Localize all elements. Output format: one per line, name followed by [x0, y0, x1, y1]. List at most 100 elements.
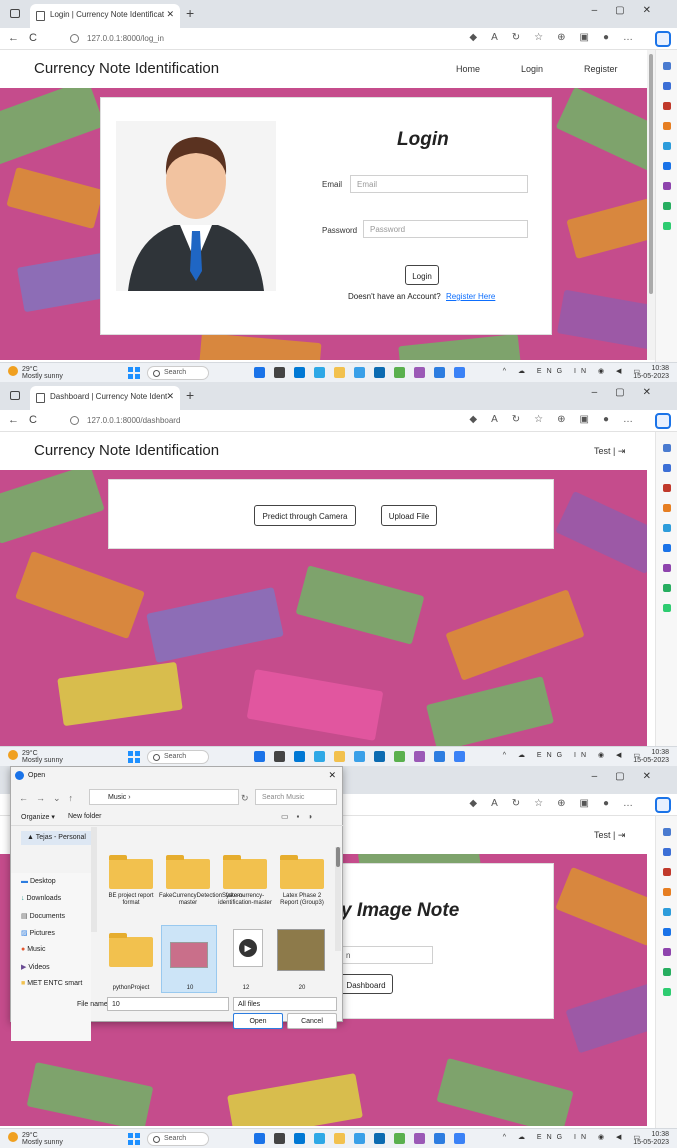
- tab-title: Login | Currency Note Identificat: [50, 10, 165, 19]
- sun-icon: [8, 366, 18, 376]
- close-dialog-icon[interactable]: ✕: [328, 770, 336, 781]
- tab-actions-icon[interactable]: [10, 9, 20, 18]
- dialog-title: Open: [28, 772, 46, 779]
- open-button[interactable]: Open: [233, 1013, 283, 1029]
- play-icon: ▶: [239, 939, 257, 957]
- login-button[interactable]: Login: [405, 265, 439, 285]
- sidebar-scrollbar[interactable]: [91, 827, 97, 932]
- sidebar-item-met-entc[interactable]: ■ MET ENTC smart: [11, 975, 91, 992]
- info-icon[interactable]: [70, 416, 79, 426]
- windows-start-icon[interactable]: [128, 751, 140, 763]
- system-tray[interactable]: ^ ☁ ENG IN ◉ ◀ ▭: [503, 1133, 645, 1141]
- dialog-nav-arrows[interactable]: ←→⌄↑: [19, 793, 81, 804]
- taskbar-search[interactable]: Search: [147, 1132, 209, 1146]
- logout-icon[interactable]: ⇥: [618, 830, 626, 840]
- username: Test |: [594, 830, 616, 840]
- email-input[interactable]: Email: [350, 175, 528, 193]
- password-input[interactable]: Password: [363, 220, 528, 238]
- refresh-icon[interactable]: ↻: [241, 793, 249, 804]
- browser-tools[interactable]: ◆A↻☆⊕▣●…: [469, 798, 647, 809]
- dialog-sidebar: ▬ Desktop ↓ Downloads ▤ Documents ▨ Pict…: [11, 873, 91, 1041]
- taskbar-search[interactable]: Search: [147, 366, 209, 380]
- close-tab-icon[interactable]: ✕: [166, 391, 174, 402]
- register-link[interactable]: Register Here: [446, 292, 495, 301]
- browser-tools[interactable]: ◆A↻☆⊕▣●…: [469, 414, 647, 425]
- predict-camera-button[interactable]: Predict through Camera: [254, 505, 356, 526]
- nav-login[interactable]: Login: [521, 64, 543, 74]
- user-menu[interactable]: Test | ⇥: [594, 830, 625, 841]
- edge-profile-icon[interactable]: [655, 31, 671, 47]
- info-icon[interactable]: [70, 34, 79, 44]
- weather-widget[interactable]: 29°C Mostly sunny: [8, 366, 63, 380]
- file-input[interactable]: n: [339, 946, 433, 964]
- upload-file-button[interactable]: Upload File: [381, 505, 437, 526]
- sidebar-item-music[interactable]: ● Music: [11, 941, 91, 958]
- url-field[interactable]: 127.0.0.1:8000/log_in: [70, 34, 164, 44]
- edge-sidebar[interactable]: [655, 816, 677, 1128]
- sidebar-item-pictures[interactable]: ▨ Pictures: [11, 924, 91, 941]
- file-item-selected[interactable]: 10: [161, 925, 217, 993]
- weather-widget[interactable]: 29°C Mostly sunny: [8, 750, 63, 764]
- close-tab-icon[interactable]: ✕: [166, 9, 174, 20]
- edge-profile-icon[interactable]: [655, 797, 671, 813]
- sidebar-item-documents[interactable]: ▤ Documents: [11, 907, 91, 924]
- filename-label: File name:: [77, 1001, 110, 1008]
- organize-menu[interactable]: Organize ▾: [21, 813, 55, 821]
- site-brand[interactable]: Currency Note Identification: [34, 442, 219, 459]
- new-tab-icon[interactable]: +: [186, 5, 194, 21]
- browser-tab-dashboard[interactable]: Dashboard | Currency Note Ident ✕: [30, 386, 180, 410]
- taskbar-apps[interactable]: [254, 1133, 474, 1146]
- filename-input[interactable]: 10: [107, 997, 229, 1011]
- windows-start-icon[interactable]: [128, 367, 140, 379]
- taskbar-apps[interactable]: [254, 751, 474, 764]
- login-card: Login Email Email Password Password Logi…: [100, 97, 552, 335]
- clock[interactable]: 10:38 15-05-2023: [633, 365, 669, 381]
- new-folder-button[interactable]: New folder: [68, 813, 101, 820]
- dialog-breadcrumb[interactable]: Music ›: [89, 789, 239, 805]
- edge-profile-icon[interactable]: [655, 413, 671, 429]
- site-brand[interactable]: Currency Note Identification: [34, 60, 219, 77]
- clock[interactable]: 10:38 15-05-2023: [633, 749, 669, 765]
- browser-tools[interactable]: ◆A↻☆⊕▣●…: [469, 32, 647, 43]
- file-open-dialog: Open ✕ ←→⌄↑ Music › ↻ Search Music Organ…: [10, 766, 343, 1041]
- taskbar-apps[interactable]: [254, 367, 474, 380]
- cancel-button[interactable]: Cancel: [287, 1013, 337, 1029]
- file-type-select[interactable]: All files: [233, 997, 337, 1011]
- window-controls[interactable]: –▢✕: [592, 387, 669, 398]
- site-navbar: Currency Note Identification Home Login …: [0, 50, 647, 88]
- nav-home[interactable]: Home: [456, 64, 480, 74]
- url-field[interactable]: 127.0.0.1:8000/dashboard: [70, 416, 181, 426]
- logout-icon[interactable]: ⇥: [618, 446, 626, 456]
- address-bar: ←C 127.0.0.1:8000/log_in ◆A↻☆⊕▣●…: [0, 28, 677, 50]
- dashboard-button[interactable]: Dashboard: [339, 974, 393, 994]
- weather-widget[interactable]: 29°C Mostly sunny: [8, 1132, 63, 1146]
- page-icon: [36, 11, 45, 21]
- edge-sidebar[interactable]: [655, 50, 677, 362]
- files-scrollbar[interactable]: [335, 847, 341, 951]
- nav-register[interactable]: Register: [584, 64, 618, 74]
- sidebar-item-desktop[interactable]: ▬ Desktop: [11, 873, 91, 890]
- back-forward-refresh[interactable]: ←C: [8, 414, 47, 426]
- windows-start-icon[interactable]: [128, 1133, 140, 1145]
- system-tray[interactable]: ^ ☁ ENG IN ◉ ◀ ▭: [503, 367, 645, 375]
- window-controls[interactable]: –▢✕: [592, 771, 669, 782]
- dialog-search[interactable]: Search Music: [255, 789, 337, 805]
- windows-taskbar: 29°C Mostly sunny Search ^ ☁ ENG IN ◉ ◀ ▭…: [0, 1128, 677, 1148]
- browser-tab-login[interactable]: Login | Currency Note Identificat ✕: [30, 4, 180, 28]
- url-text: 127.0.0.1:8000/dashboard: [87, 416, 181, 425]
- window-controls[interactable]: –▢✕: [592, 5, 669, 16]
- sidebar-item-downloads[interactable]: ↓ Downloads: [11, 890, 91, 907]
- user-menu[interactable]: Test | ⇥: [594, 446, 625, 457]
- sidebar-item-videos[interactable]: ▶ Videos: [11, 958, 91, 975]
- tab-actions-icon[interactable]: [10, 391, 20, 400]
- taskbar-search[interactable]: Search: [147, 750, 209, 764]
- quick-access-item[interactable]: ▲ Tejas - Personal: [21, 831, 93, 845]
- view-options[interactable]: ▭▪◑: [281, 812, 320, 821]
- page-scrollbar[interactable]: [647, 50, 655, 360]
- back-forward-refresh[interactable]: ←C: [8, 32, 47, 44]
- new-tab-icon[interactable]: +: [186, 387, 194, 403]
- browser-tab-bar: Login | Currency Note Identificat ✕ + –▢…: [0, 0, 677, 28]
- clock[interactable]: 10:38 15-05-2023: [633, 1131, 669, 1147]
- system-tray[interactable]: ^ ☁ ENG IN ◉ ◀ ▭: [503, 751, 645, 759]
- edge-sidebar[interactable]: [655, 432, 677, 746]
